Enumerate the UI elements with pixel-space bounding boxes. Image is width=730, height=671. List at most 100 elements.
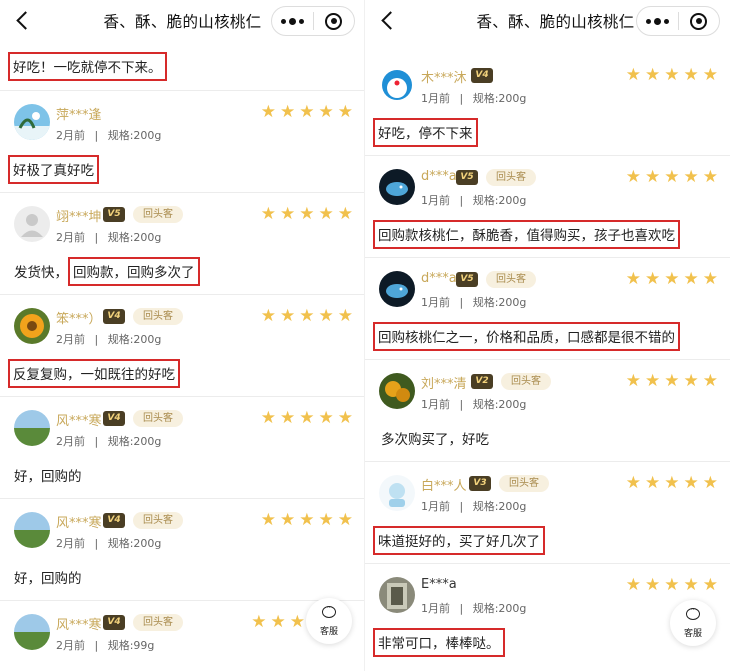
star-icon: ★ [702, 269, 718, 289]
customer-service-button[interactable]: 客服 [306, 598, 352, 644]
star-rating: ★ ★ ★ ★ ★ [626, 169, 718, 186]
review-item[interactable]: 笨***） V4 回头客 2月前 | 规格:200g ★ ★ ★ ★ ★ 反复复购，一如… [0, 294, 365, 396]
review-item[interactable]: d***a V5 回头客 1月前 | 规格:200g ★ ★ ★ ★ ★ 回购核桃仁之一… [365, 257, 730, 359]
vip-level-badge: V5 [103, 207, 125, 222]
star-rating: ★ ★ ★ ★ ★ [626, 475, 718, 492]
username: d***a [421, 271, 457, 286]
star-icon: ★ [625, 167, 641, 187]
repeat-customer-tag: 回头客 [133, 614, 183, 631]
star-icon: ★ [683, 575, 699, 595]
star-icon: ★ [645, 371, 661, 391]
review-item[interactable]: 木***沐 V4 1月前 | 规格:200g ★ ★ ★ ★ ★ 好吃，停不下来 [365, 54, 730, 155]
highlight-box: 好极了真好吃 [8, 155, 99, 184]
star-icon: ★ [645, 269, 661, 289]
repeat-customer-tag: 回头客 [133, 410, 183, 427]
nav-bar: 香、酥、脆的山核桃仁 [0, 0, 365, 44]
avatar[interactable] [14, 308, 50, 344]
avatar[interactable] [14, 104, 50, 140]
review-meta: 2月前 | 规格:200g [56, 229, 161, 245]
username: d***a [421, 169, 457, 184]
review-item[interactable]: 萍***逢 2月前 | 规格:200g ★ ★ ★ ★ ★ 好极了真好吃 [0, 90, 365, 192]
avatar[interactable] [14, 410, 50, 446]
review-date: 2月前 [56, 333, 85, 346]
meta-separator: | [94, 231, 99, 244]
review-item[interactable]: 风***寒 V4 回头客 2月前 | 规格:200g ★ ★ ★ ★ ★ 好，回购的 [0, 498, 365, 600]
vip-level-badge: V4 [103, 411, 125, 426]
star-icon: ★ [702, 65, 718, 85]
star-icon: ★ [625, 575, 641, 595]
mini-program-capsule [271, 6, 355, 36]
meta-separator: | [94, 639, 99, 652]
star-icon: ★ [683, 473, 699, 493]
star-icon: ★ [270, 612, 286, 632]
username: 木***沐 [421, 71, 467, 86]
star-rating: ★ ★ ★ ★ ★ [626, 373, 718, 390]
customer-service-label: 客服 [683, 629, 702, 639]
nav-bar: 香、酥、脆的山核桃仁 [365, 0, 730, 44]
more-dots-icon[interactable] [272, 7, 313, 35]
star-icon: ★ [664, 167, 680, 187]
review-meta: 1月前 | 规格:200g [421, 600, 526, 616]
vip-level-badge: V4 [103, 513, 125, 528]
star-icon: ★ [299, 408, 315, 428]
avatar[interactable] [379, 169, 415, 205]
star-icon: ★ [625, 65, 641, 85]
avatar[interactable] [379, 577, 415, 613]
top-comment: 好吃！一吃就停不下来。 [8, 52, 167, 81]
more-dots-icon[interactable] [637, 7, 678, 35]
review-meta: 2月前 | 规格:200g [56, 127, 161, 143]
star-rating: ★ ★ ★ ★ ★ [261, 410, 353, 427]
star-icon: ★ [702, 371, 718, 391]
star-icon: ★ [280, 408, 296, 428]
customer-service-button[interactable]: 客服 [670, 600, 716, 646]
review-item[interactable]: 白***人 V3 回头客 1月前 | 规格:200g ★ ★ ★ ★ ★ 味道挺好的，买… [365, 461, 730, 563]
review-date: 1月前 [421, 602, 450, 615]
review-item[interactable]: 翊***坤 V5 回头客 2月前 | 规格:200g ★ ★ ★ ★ ★ 发货快， 回购款… [0, 192, 365, 294]
star-rating: ★ ★ ★ ★ ★ [626, 271, 718, 288]
username: 笨***） [56, 312, 102, 327]
review-item[interactable]: 风***寒 V4 回头客 2月前 | 规格:200g ★ ★ ★ ★ ★ 好，回购的 [0, 396, 365, 498]
star-icon: ★ [280, 510, 296, 530]
review-comment: 好吃，停不下来 [373, 118, 478, 147]
star-icon: ★ [683, 167, 699, 187]
repeat-customer-tag: 回头客 [499, 475, 549, 492]
avatar[interactable] [14, 614, 50, 650]
review-comment: 好，回购的 [8, 563, 82, 590]
star-icon: ★ [260, 510, 276, 530]
repeat-customer-tag: 回头客 [501, 373, 551, 390]
chat-bubble-icon [686, 604, 700, 620]
star-icon: ★ [299, 102, 315, 122]
highlight-box: 回购款，回购多次了 [68, 257, 200, 286]
meta-separator: | [94, 333, 99, 346]
star-rating: ★ ★ ★ ★ ★ [261, 308, 353, 325]
review-spec: 规格:99g [107, 639, 155, 652]
review-item[interactable]: d***a V5 回头客 1月前 | 规格:200g ★ ★ ★ ★ ★ 回购款核桃仁，… [365, 155, 730, 257]
star-icon: ★ [299, 510, 315, 530]
review-date: 2月前 [56, 537, 85, 550]
meta-separator: | [94, 129, 99, 142]
vip-level-badge: V2 [471, 374, 493, 389]
review-spec: 规格:200g [472, 296, 527, 309]
meta-separator: | [459, 602, 464, 615]
avatar[interactable] [14, 512, 50, 548]
review-item[interactable]: 刘***清 V2 回头客 1月前 | 规格:200g ★ ★ ★ ★ ★ 多次购买了，好… [365, 359, 730, 461]
repeat-customer-tag: 回头客 [133, 308, 183, 325]
avatar[interactable] [379, 271, 415, 307]
review-comment: 多次购买了，好吃 [373, 424, 489, 451]
close-target-icon[interactable] [679, 7, 719, 35]
review-meta: 1月前 | 规格:200g [421, 294, 526, 310]
username: 萍***逢 [56, 108, 102, 123]
avatar[interactable] [379, 373, 415, 409]
star-icon: ★ [625, 269, 641, 289]
avatar[interactable] [379, 67, 415, 103]
avatar[interactable] [379, 475, 415, 511]
close-target-icon[interactable] [314, 7, 354, 35]
review-spec: 规格:200g [472, 194, 527, 207]
meta-separator: | [459, 296, 464, 309]
review-meta: 2月前 | 规格:200g [56, 433, 161, 449]
screenshot-composite: 香、酥、脆的山核桃仁 好吃！一吃就停不下来。 萍***逢 2月前 | 规格:20… [0, 0, 730, 671]
review-meta: 1月前 | 规格:200g [421, 396, 526, 412]
repeat-customer-tag: 回头客 [133, 206, 183, 223]
star-icon: ★ [260, 204, 276, 224]
avatar[interactable] [14, 206, 50, 242]
